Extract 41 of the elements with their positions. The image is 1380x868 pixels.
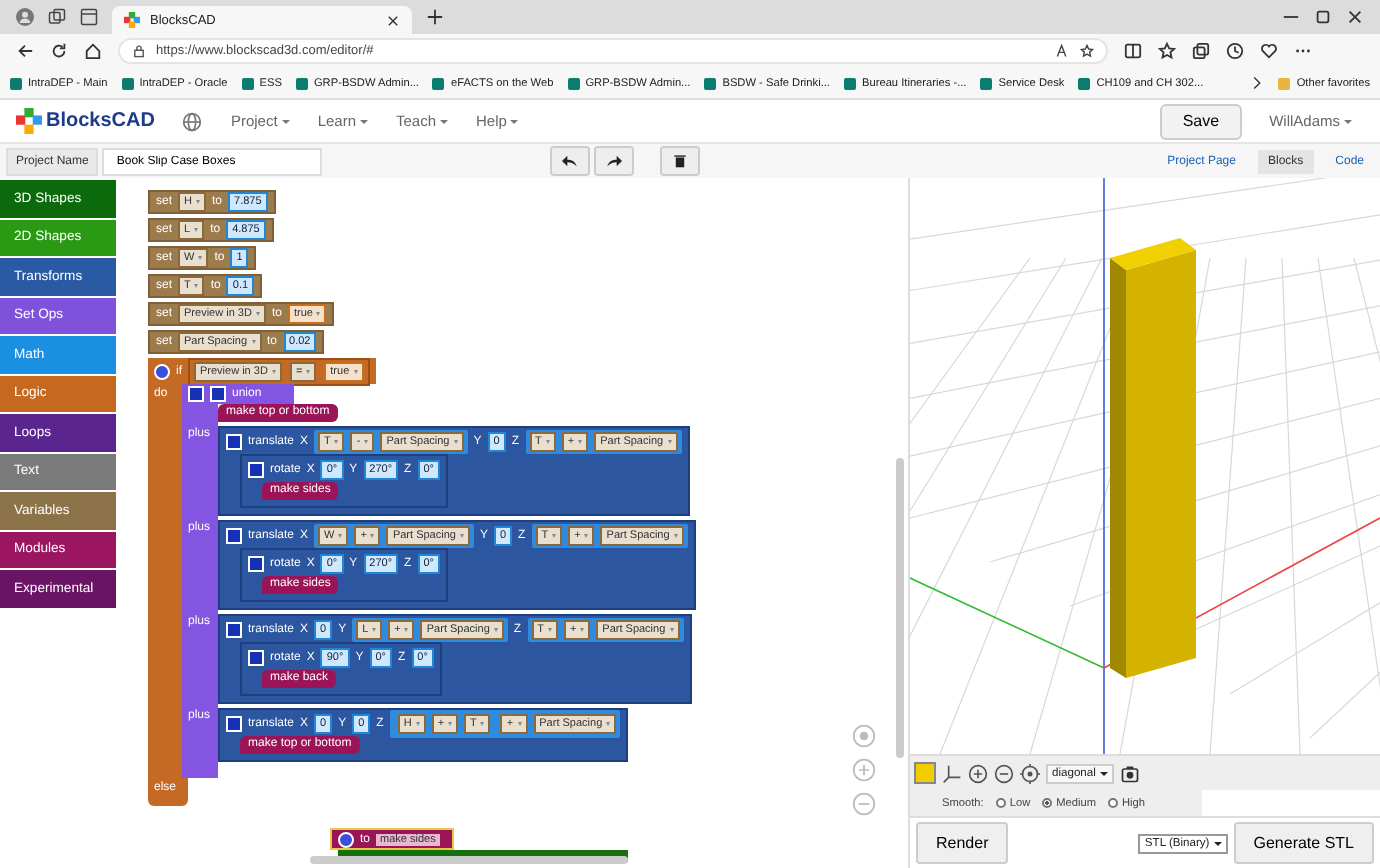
scrollbar[interactable] [310,856,628,864]
save-button[interactable]: Save [1160,103,1242,139]
redo-button[interactable] [594,146,635,176]
new-tab-icon[interactable] [426,8,444,26]
scrollbar[interactable] [896,458,904,758]
refresh-icon[interactable] [50,42,68,60]
camera-icon[interactable] [1119,763,1140,783]
profile-icon[interactable] [16,8,34,26]
trash-button[interactable] [660,146,701,176]
undo-button[interactable] [550,146,591,176]
generate-stl-button[interactable]: Generate STL [1233,822,1374,864]
workspaces-icon[interactable] [48,8,66,26]
close-icon[interactable] [386,13,400,27]
history-icon[interactable] [1226,42,1244,60]
close-icon[interactable] [1346,8,1364,26]
cubes-icon [124,12,140,28]
back-icon[interactable] [16,42,34,60]
star-icon[interactable] [1158,42,1176,60]
heart-icon[interactable] [1260,42,1278,60]
maximize-icon[interactable] [1314,8,1332,26]
read-aloud-icon[interactable] [1056,44,1070,58]
trash-icon [672,154,689,168]
chevron-right-icon[interactable] [1250,76,1265,90]
axes-icon[interactable] [942,763,962,783]
color-swatch[interactable] [914,762,936,784]
globe-icon[interactable] [182,111,203,131]
zoom-in-icon[interactable] [968,763,988,783]
tab-actions-icon[interactable] [80,8,98,26]
if-block[interactable] [148,358,696,806]
split-screen-icon[interactable] [1124,42,1142,60]
render-button[interactable]: Render [916,822,1009,864]
collections-icon[interactable] [1192,42,1210,60]
recenter-icon[interactable] [1020,763,1040,783]
undo-icon [562,154,579,168]
app-logo[interactable]: BlocksCAD [16,108,155,134]
home-icon[interactable] [84,42,102,60]
redo-icon [606,154,623,168]
lock-icon [132,44,146,58]
zoom-out-icon[interactable] [994,763,1014,783]
mutator-icon[interactable] [226,715,242,731]
star-icon[interactable] [1080,44,1094,58]
